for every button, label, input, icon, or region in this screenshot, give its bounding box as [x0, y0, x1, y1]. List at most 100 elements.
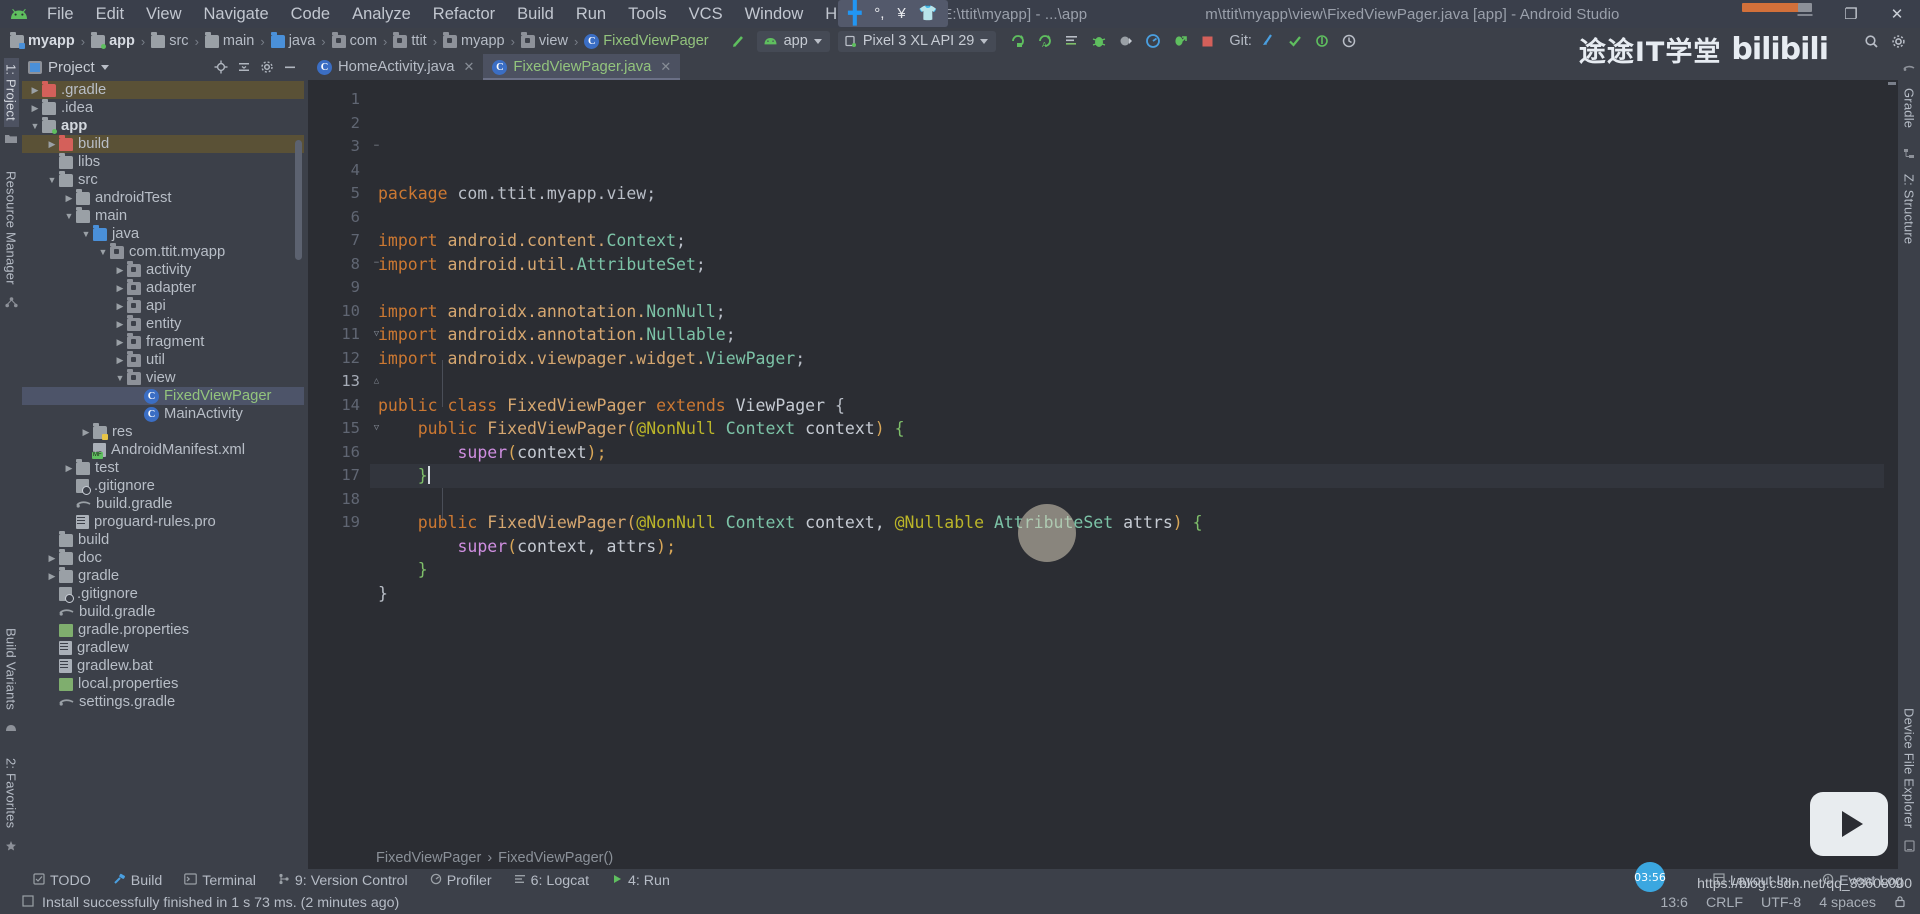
code-line[interactable]: public FixedViewPager(@NonNull Context c…	[370, 417, 1884, 441]
code-line[interactable]: import androidx.annotation.NonNull;	[370, 300, 1884, 324]
menu-item-refactor[interactable]: Refactor	[422, 2, 506, 27]
code-line[interactable]	[370, 206, 1884, 230]
code-line[interactable]: super(context);	[370, 441, 1884, 465]
maximize-button[interactable]: ❐	[1828, 0, 1874, 28]
indent-setting[interactable]: 4 spaces	[1819, 895, 1876, 911]
menu-item-code[interactable]: Code	[280, 2, 341, 27]
tree-node[interactable]: settings.gradle	[22, 693, 304, 711]
collapse-all-icon[interactable]	[234, 57, 254, 77]
breadcrumb-item-java[interactable]: java	[267, 31, 320, 50]
tree-node[interactable]: ▼ com.ttit.myapp	[22, 242, 304, 261]
breadcrumb-item-class[interactable]: C FixedViewPager	[580, 32, 712, 50]
tool-window-button-build-variants[interactable]: Build Variants	[4, 622, 19, 716]
code-line[interactable]: }	[370, 558, 1884, 582]
sync-gradle-button[interactable]	[1006, 30, 1030, 52]
tree-node[interactable]: AndroidManifest.xml	[22, 441, 304, 459]
tree-node[interactable]: ▶ api	[22, 296, 304, 315]
line-number[interactable]: 8−	[308, 253, 380, 277]
tool-window-button-project[interactable]: 1: Project	[3, 58, 19, 127]
tree-node[interactable]: ▼ java	[22, 224, 304, 243]
line-number[interactable]: 3−	[308, 135, 380, 159]
settings-gear-icon[interactable]	[1886, 30, 1910, 52]
editor-breadcrumb-method[interactable]: FixedViewPager()	[498, 850, 613, 866]
tree-node[interactable]: ▶ fragment	[22, 332, 304, 351]
menu-item-window[interactable]: Window	[734, 2, 815, 27]
attach-debugger-button[interactable]	[1114, 30, 1138, 52]
breadcrumb-item-view[interactable]: view	[517, 31, 572, 50]
tree-node[interactable]: C FixedViewPager	[22, 387, 304, 405]
breadcrumb-item-ttit[interactable]: ttit	[389, 31, 430, 50]
code-line[interactable]: import androidx.viewpager.widget.ViewPag…	[370, 347, 1884, 371]
code-line[interactable]: public FixedViewPager(@NonNull Context c…	[370, 511, 1884, 535]
tree-node[interactable]: ▶ res	[22, 422, 304, 441]
menu-item-edit[interactable]: Edit	[85, 2, 135, 27]
bottom-tab-build[interactable]: Build	[102, 873, 174, 889]
tree-node[interactable]: ▼ src	[22, 170, 304, 189]
tree-node[interactable]: ▼ main	[22, 206, 304, 225]
editor-tab-fixedviewpager[interactable]: C FixedViewPager.java ✕	[483, 54, 681, 80]
menu-item-navigate[interactable]: Navigate	[193, 2, 280, 27]
code-editor[interactable]: 123−45678−91011▽1213△1415▽1617△1819 pack…	[308, 80, 1898, 847]
bottom-tab-profiler[interactable]: Profiler	[419, 873, 503, 889]
tree-node[interactable]: ▶ androidTest	[22, 188, 304, 207]
line-number[interactable]: 1	[308, 88, 370, 112]
code-line[interactable]	[370, 605, 1884, 629]
sdk-manager-button[interactable]	[1060, 30, 1084, 52]
avd-manager-button[interactable]: A	[1033, 30, 1057, 52]
collapse-arrow-icon[interactable]: ▼	[28, 121, 42, 131]
tree-node[interactable]: ▶ adapter	[22, 278, 304, 297]
bottom-tab-version-control[interactable]: 9: Version Control	[267, 873, 419, 889]
run-configuration-selector[interactable]: app	[756, 30, 830, 52]
tree-node[interactable]: ▼ app	[22, 116, 304, 135]
menu-item-run[interactable]: Run	[565, 2, 617, 27]
tool-window-button-favorites[interactable]: 2: Favorites	[4, 752, 19, 834]
breadcrumb-item-myapp[interactable]: myapp	[6, 31, 79, 50]
tree-node[interactable]: C MainActivity	[22, 405, 304, 423]
chevron-down-icon[interactable]	[100, 64, 109, 70]
tool-window-button-device-file-explorer[interactable]: Device File Explorer	[1902, 702, 1917, 834]
git-history-button[interactable]	[1337, 30, 1361, 52]
line-number[interactable]: 12	[308, 347, 370, 371]
collapse-arrow-icon[interactable]: ▼	[96, 247, 110, 257]
line-separator[interactable]: CRLF	[1706, 895, 1743, 911]
project-settings-gear-icon[interactable]	[257, 57, 277, 77]
expand-arrow-icon[interactable]: ▶	[113, 301, 127, 312]
expand-arrow-icon[interactable]: ▶	[45, 571, 59, 582]
breadcrumb-item-app[interactable]: app	[87, 31, 139, 50]
code-line[interactable]: import android.content.Context;	[370, 229, 1884, 253]
expand-arrow-icon[interactable]: ▶	[79, 427, 93, 438]
code-line[interactable]	[370, 488, 1884, 512]
profiler-button[interactable]	[1141, 30, 1165, 52]
tree-node[interactable]: build.gradle	[22, 495, 304, 513]
code-line[interactable]: import androidx.annotation.Nullable;	[370, 323, 1884, 347]
breadcrumb-item-myapp-pkg[interactable]: myapp	[439, 31, 509, 50]
breadcrumb-item-main[interactable]: main	[201, 31, 258, 50]
line-number[interactable]: 13 △	[308, 370, 379, 394]
code-line[interactable]: public class FixedViewPager extends View…	[370, 394, 1884, 418]
code-line[interactable]	[370, 370, 1884, 394]
breadcrumb-item-src[interactable]: src	[147, 31, 192, 50]
device-selector[interactable]: Pixel 3 XL API 29	[837, 30, 997, 52]
menu-item-view[interactable]: View	[135, 2, 192, 27]
expand-arrow-icon[interactable]: ▶	[113, 319, 127, 330]
line-number-gutter[interactable]: 123−45678−91011▽1213△1415▽1617△1819	[308, 80, 380, 847]
close-tab-icon[interactable]: ✕	[464, 59, 475, 75]
tree-node[interactable]: build	[22, 530, 304, 549]
git-push-button[interactable]	[1310, 30, 1334, 52]
line-number[interactable]: 4	[308, 159, 370, 183]
code-line[interactable]: import android.util.AttributeSet;	[370, 253, 1884, 277]
line-number[interactable]: 15 ▽	[308, 417, 379, 441]
collapse-arrow-icon[interactable]: ▼	[113, 373, 127, 383]
line-number[interactable]: 6	[308, 206, 370, 230]
search-everywhere-button[interactable]	[1859, 30, 1883, 52]
hide-panel-icon[interactable]	[280, 57, 300, 77]
code-line[interactable]: }	[370, 464, 1884, 488]
line-number[interactable]: 10	[308, 300, 370, 324]
expand-arrow-icon[interactable]: ▶	[113, 283, 127, 294]
caret-position[interactable]: 13:6	[1660, 895, 1688, 911]
tree-node[interactable]: ▶ doc	[22, 548, 304, 567]
stop-button[interactable]	[1195, 30, 1219, 52]
breadcrumb-item-com[interactable]: com	[328, 31, 381, 50]
menu-item-build[interactable]: Build	[506, 2, 565, 27]
editor-overview-strip[interactable]	[1884, 80, 1898, 847]
